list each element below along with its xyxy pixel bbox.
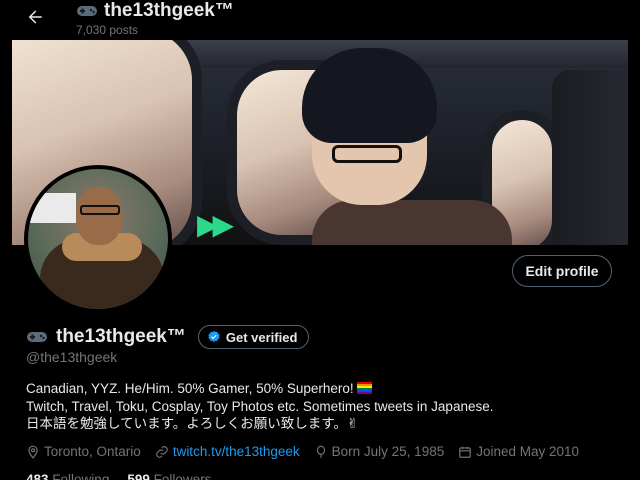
follow-counts-row: 483 Following 599 Followers — [26, 472, 211, 480]
balloon-icon — [316, 445, 325, 458]
following-label: Following — [52, 472, 110, 480]
banner-arrows-graphic: ▶▶ — [197, 209, 234, 240]
header-display-name: the13thgeek™ — [104, 0, 234, 21]
avatar-face — [76, 187, 122, 245]
website-item[interactable]: twitch.tv/the13thgeek — [155, 444, 300, 459]
gamepad-icon — [77, 6, 97, 16]
profile-meta-row: Toronto, Ontario twitch.tv/the13thgeek B… — [26, 444, 579, 459]
profile-name-row: the13thgeek™ Get verified — [26, 325, 310, 349]
get-verified-label: Get verified — [225, 329, 298, 345]
bio-line-1-wrap: Canadian, YYZ. He/Him. 50% Gamer, 50% Su… — [26, 380, 493, 398]
profile-display-name: the13thgeek™ — [56, 326, 186, 347]
calendar-icon — [459, 446, 472, 458]
top-bar: the13thgeek™ 7,030 posts — [0, 0, 640, 40]
edit-profile-button[interactable]: Edit profile — [512, 255, 612, 287]
bio-line-1: Canadian, YYZ. He/Him. 50% Gamer, 50% Su… — [26, 381, 354, 396]
profile-avatar[interactable] — [24, 165, 172, 313]
followers-link[interactable]: 599 Followers — [127, 472, 211, 480]
verified-badge-icon — [208, 330, 220, 342]
rainbow-flag-icon — [356, 382, 372, 394]
joined-item: Joined May 2010 — [458, 444, 579, 459]
posts-count: 7,030 posts — [76, 23, 139, 37]
banner-person-body — [312, 200, 512, 245]
gamepad-icon — [27, 332, 47, 342]
joined-text: Joined May 2010 — [476, 444, 580, 459]
website-link[interactable]: twitch.tv/the13thgeek — [173, 444, 300, 459]
back-button[interactable] — [22, 4, 48, 30]
following-count: 483 — [26, 472, 49, 480]
bio-line-2: Twitch, Travel, Toku, Cosplay, Toy Photo… — [26, 398, 494, 414]
header-title-block: the13thgeek™ 7,030 posts — [76, 0, 234, 37]
banner-seat — [552, 70, 628, 245]
followers-count: 599 — [127, 472, 150, 480]
location-text: Toronto, Ontario — [44, 444, 141, 459]
profile-bio: Canadian, YYZ. He/Him. 50% Gamer, 50% Su… — [26, 380, 493, 433]
avatar-glasses — [80, 205, 120, 215]
profile-handle: @the13thgeek — [26, 349, 118, 365]
banner-person-hair — [302, 48, 437, 143]
following-link[interactable]: 483 Following — [26, 472, 109, 480]
location-item: Toronto, Ontario — [26, 444, 141, 459]
followers-label: Followers — [153, 472, 212, 480]
location-pin-icon — [28, 445, 38, 459]
bio-line-3: 日本語を勉強しています。よろしくお願い致します。✌ — [26, 416, 359, 431]
get-verified-button[interactable]: Get verified — [197, 325, 310, 349]
banner-person-glasses — [332, 145, 402, 163]
link-icon — [156, 445, 168, 458]
avatar-background-sign — [28, 193, 76, 223]
birthday-text: Born July 25, 1985 — [331, 444, 445, 459]
arrow-left-icon — [28, 10, 42, 24]
birthday-item: Born July 25, 1985 — [314, 444, 445, 459]
